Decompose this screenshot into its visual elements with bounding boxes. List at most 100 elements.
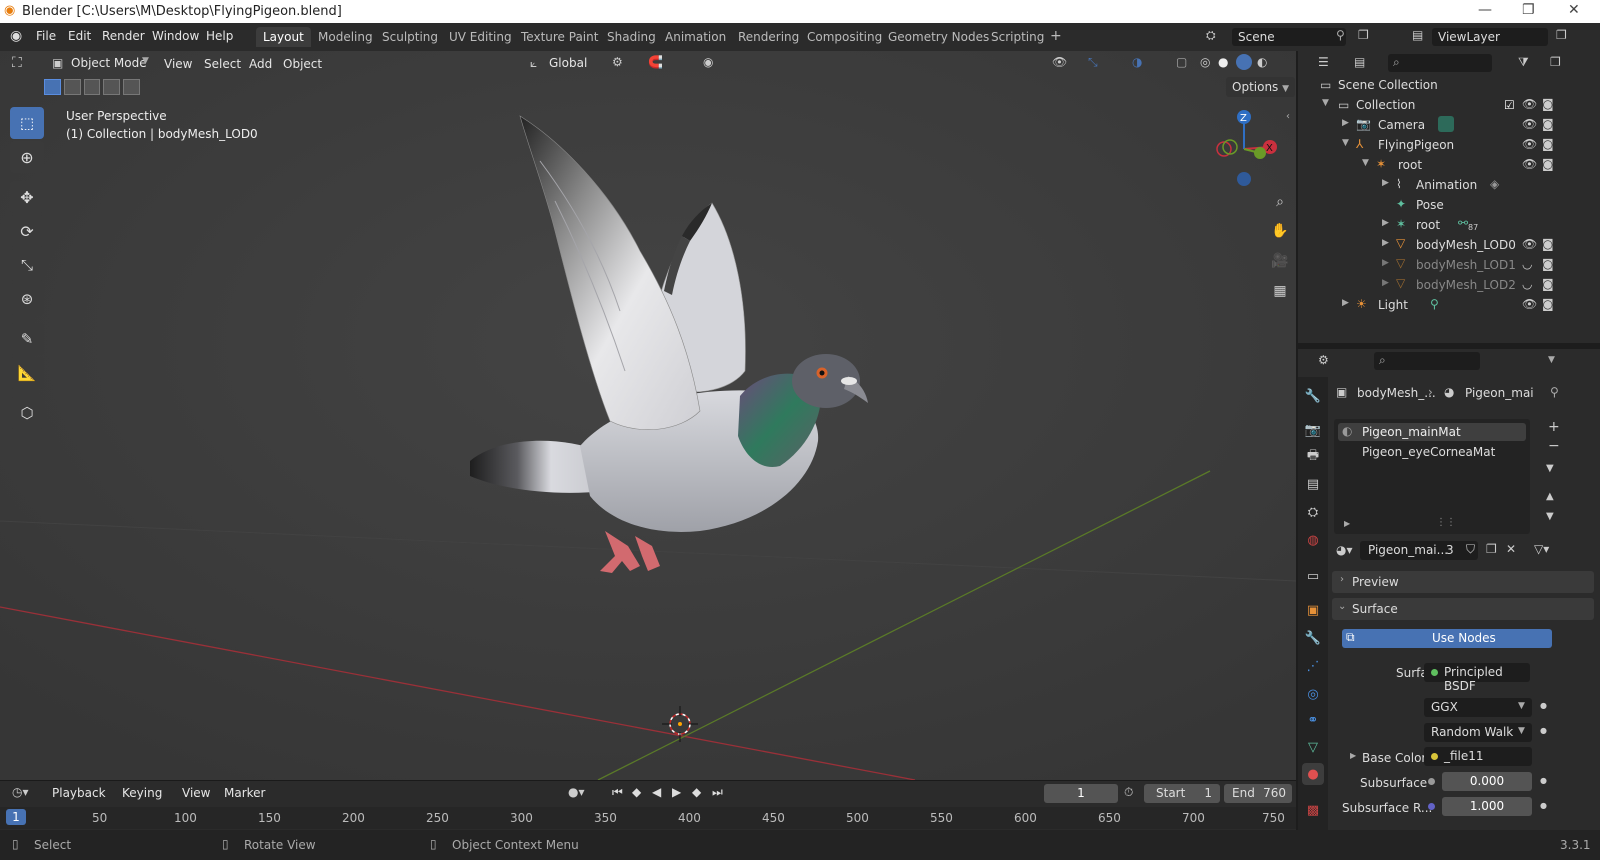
menu-marker[interactable]: Marker xyxy=(224,786,265,800)
visibility-icon[interactable]: 👁 xyxy=(1052,55,1067,69)
xray-icon[interactable]: ▢ xyxy=(1176,55,1187,69)
timeline-editor-icon[interactable]: ◷▾ xyxy=(12,785,29,799)
pan-hand-icon[interactable]: ✋ xyxy=(1268,219,1292,243)
tab-rendering[interactable]: Rendering xyxy=(731,27,806,47)
tab-texture-icon[interactable]: ▩ xyxy=(1302,799,1324,821)
playhead-indicator[interactable]: 1 xyxy=(6,809,26,825)
tab-layout[interactable]: Layout xyxy=(256,27,311,47)
cursor-tool[interactable]: ⊕ xyxy=(10,141,44,173)
tab-modifier-icon[interactable]: 🔧 xyxy=(1302,627,1324,649)
tab-render-icon[interactable]: 📷 xyxy=(1302,419,1324,441)
mode-select[interactable]: Object Mode xyxy=(71,56,147,70)
outliner-row-root[interactable]: ▼ ✶ root 👁 ◙ xyxy=(1298,155,1600,175)
preview-panel-header[interactable]: › Preview xyxy=(1332,571,1594,593)
list-resize-handle[interactable]: ⋮⋮ xyxy=(1436,517,1456,528)
eye-icon[interactable]: 👁 xyxy=(1522,237,1537,251)
subsurface-radius-field[interactable]: 1.000 xyxy=(1442,797,1532,816)
render-camera-icon[interactable]: ◙ xyxy=(1542,157,1554,171)
slot-specials-icon[interactable]: ▼ xyxy=(1546,463,1554,474)
fake-user-icon[interactable]: ⛉ xyxy=(1466,542,1475,557)
outliner-row-scene-collection[interactable]: ▭ Scene Collection xyxy=(1298,75,1600,95)
scene-field[interactable]: Scene xyxy=(1232,28,1346,46)
wireframe-shading-icon[interactable]: ◎ xyxy=(1200,55,1210,69)
keyframe-dot-icon[interactable]: ● xyxy=(1540,801,1547,810)
material-shading-icon[interactable] xyxy=(1236,54,1252,70)
outliner-row-bodymesh-lod2[interactable]: ▶ ▽ bodyMesh_LOD2 ◡ ◙ xyxy=(1298,275,1600,295)
rendered-shading-icon[interactable]: ◐ xyxy=(1257,55,1267,69)
annotate-tool[interactable]: ✎ xyxy=(10,323,44,355)
menu-add[interactable]: Add xyxy=(249,57,272,71)
camera-view-icon[interactable]: 🎥 xyxy=(1268,249,1292,273)
expand-arrow-icon[interactable]: ▶ xyxy=(1342,118,1349,128)
viewlayer-icon[interactable]: ▤ xyxy=(1412,28,1423,42)
menu-help[interactable]: Help xyxy=(206,29,233,43)
outliner-row-pose[interactable]: ✦ Pose xyxy=(1298,195,1600,215)
new-viewlayer-icon[interactable]: ❐ xyxy=(1556,28,1567,42)
overlay-toggle-icon[interactable]: ◑ xyxy=(1132,55,1142,69)
keyframe-dot-icon[interactable]: ● xyxy=(1540,701,1547,710)
tab-data-icon[interactable]: ▽ xyxy=(1302,736,1324,758)
outliner-row-flyingpigeon[interactable]: ▼ ⅄ FlyingPigeon 👁 ◙ xyxy=(1298,135,1600,155)
end-frame-field[interactable]: End 760 xyxy=(1224,784,1292,803)
properties-editor-icon[interactable]: ⚙ xyxy=(1318,353,1329,367)
start-frame-field[interactable]: Start 1 xyxy=(1144,784,1220,803)
next-keyframe-icon[interactable]: ◆ xyxy=(692,785,701,799)
remove-slot-button[interactable]: − xyxy=(1548,438,1560,454)
distribution-select[interactable]: GGX ▼ xyxy=(1424,698,1532,717)
scene-icon[interactable]: ⛭ xyxy=(1206,28,1216,43)
tab-animation[interactable]: Animation xyxy=(658,27,733,47)
editor-type-icon[interactable]: ⛶ xyxy=(12,55,22,71)
tab-sculpting[interactable]: Sculpting xyxy=(375,27,445,47)
keyframe-dot-icon[interactable]: ● xyxy=(1540,776,1547,785)
base-color-field[interactable]: _file11 xyxy=(1424,747,1532,766)
outliner-row-bodymesh-lod0[interactable]: ▶ ▽ bodyMesh_LOD0 👁 ◙ xyxy=(1298,235,1600,255)
render-camera-icon[interactable]: ◙ xyxy=(1542,137,1554,151)
menu-select[interactable]: Select xyxy=(204,57,241,71)
select-box-tool[interactable]: ⬚ xyxy=(10,107,44,139)
unlink-material-icon[interactable]: ✕ xyxy=(1506,542,1516,556)
outliner-row-bodymesh-lod1[interactable]: ▶ ▽ bodyMesh_LOD1 ◡ ◙ xyxy=(1298,255,1600,275)
material-browse-icon[interactable]: ◕▾ xyxy=(1336,543,1353,557)
tab-compositing[interactable]: Compositing xyxy=(800,27,889,47)
maximize-button[interactable]: ❐ xyxy=(1522,2,1535,18)
eye-icon[interactable]: 👁 xyxy=(1522,117,1537,131)
minimize-button[interactable]: — xyxy=(1478,2,1492,18)
subsurface-field[interactable]: 0.000 xyxy=(1442,772,1532,791)
expand-arrow-icon[interactable]: ▶ xyxy=(1382,258,1389,268)
expand-arrow-icon[interactable]: ▶ xyxy=(1350,751,1356,760)
expand-arrow-icon[interactable]: ▼ xyxy=(1342,138,1349,148)
expand-arrow-icon[interactable]: ▶ xyxy=(1342,298,1349,308)
outliner-row-root-data[interactable]: ▶ ✶ root ⚯ 87 xyxy=(1298,215,1600,235)
select-difference-icon[interactable] xyxy=(103,79,121,95)
rotate-tool[interactable]: ⟳ xyxy=(10,215,44,247)
play-reverse-icon[interactable]: ◀ xyxy=(652,785,661,799)
chevron-down-icon[interactable]: ▼ xyxy=(1548,355,1555,365)
eye-icon[interactable]: 👁 xyxy=(1522,157,1537,171)
move-tool[interactable]: ✥ xyxy=(10,181,44,213)
snap-icon[interactable]: 🧲 xyxy=(648,55,663,69)
render-camera-icon[interactable]: ◙ xyxy=(1542,277,1554,291)
expand-arrow-icon[interactable]: ▶ xyxy=(1382,178,1389,188)
duplicate-material-icon[interactable]: ❐ xyxy=(1486,542,1497,556)
select-new-icon[interactable] xyxy=(44,79,61,95)
menu-object[interactable]: Object xyxy=(283,57,322,71)
expand-arrow-icon[interactable]: ▶ xyxy=(1382,278,1389,288)
zoom-icon[interactable]: ⌕ xyxy=(1268,190,1292,214)
menu-keying[interactable]: Keying xyxy=(122,786,162,800)
pin-icon[interactable]: ⚲ xyxy=(1550,385,1559,399)
tab-shading[interactable]: Shading xyxy=(600,27,663,47)
link-mode-icon[interactable]: ▽▾ xyxy=(1534,542,1549,556)
outliner-editor-icon[interactable]: ☰ xyxy=(1318,55,1329,69)
eye-closed-icon[interactable]: ◡ xyxy=(1522,277,1532,291)
navigation-gizmo[interactable]: Z X xyxy=(1206,107,1286,189)
menu-view[interactable]: View xyxy=(182,786,210,800)
pivot-icon[interactable]: ⚙ xyxy=(612,55,623,69)
tab-uv-editing[interactable]: UV Editing xyxy=(442,27,519,47)
orientation-select[interactable]: Global xyxy=(549,56,587,70)
eye-icon[interactable]: 👁 xyxy=(1522,297,1537,311)
menu-view[interactable]: View xyxy=(164,57,192,71)
render-camera-icon[interactable]: ◙ xyxy=(1542,257,1554,271)
stopwatch-icon[interactable]: ⏱ xyxy=(1124,785,1133,800)
eye-icon[interactable]: 👁 xyxy=(1522,137,1537,151)
tab-constraints-icon[interactable]: ⚭ xyxy=(1302,709,1324,731)
